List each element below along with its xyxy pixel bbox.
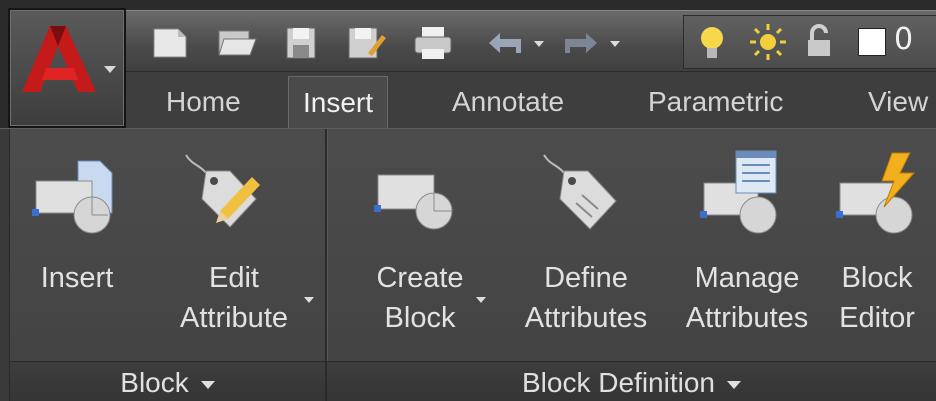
layer-name-value: 0 [894,22,914,57]
create-block-dropdown-icon[interactable] [476,297,486,303]
insert-label: Insert [40,262,114,294]
edit-attribute-dropdown-icon[interactable] [304,297,314,303]
block-editor-button[interactable]: Block Editor [818,129,936,359]
edit-attribute-tag-icon [185,154,260,228]
autocad-a-logo-icon [22,26,96,92]
save-icon[interactable] [284,25,318,61]
redo-icon[interactable] [562,25,600,61]
create-label: Create [376,262,464,294]
ribbon-left-edge [0,129,10,401]
new-icon[interactable] [150,25,190,61]
define-label: Define [544,262,628,294]
ribbon-tab-strip: Home Insert Annotate Parametric View [126,72,936,130]
tab-view[interactable]: View [868,86,928,118]
block-definition-panel-expand-icon [726,380,741,389]
tab-annotate[interactable]: Annotate [452,86,564,118]
insert-button[interactable]: Insert [22,129,132,359]
quick-access-toolbar: 0 [126,10,936,72]
manage-label: Manage [694,262,800,294]
save-as-icon[interactable] [346,25,386,61]
edit-attribute-button[interactable]: Edit Attribute [150,129,318,359]
color-swatch-icon [858,28,886,56]
undo-icon[interactable] [486,25,524,61]
editor-label: Editor [839,302,915,334]
open-icon[interactable] [216,25,258,61]
block-definition-panel-title-text: Block Definition [522,367,715,398]
block-panel-expand-icon [200,380,215,389]
lightbulb-icon[interactable] [698,24,726,64]
tab-home[interactable]: Home [166,86,241,118]
create-block-button[interactable]: Create Block [350,129,490,359]
insert-block-icon [32,160,113,234]
block-editor-icon [836,152,916,234]
lock-icon[interactable] [804,24,834,60]
create-block-icon [374,174,453,230]
layer-control[interactable]: 0 [683,15,936,69]
ribbon-panel-area: Insert Edit Attribute Create Block Defin… [0,128,936,401]
application-menu-button[interactable] [8,8,126,128]
block-editor-label-1: Block [841,262,913,294]
define-attributes-tag-icon [543,154,617,230]
app-menu-chevron-down-icon [104,66,116,73]
redo-dropdown-icon[interactable] [610,41,620,47]
manage-attributes-button[interactable]: Manage Attributes [672,129,822,359]
block-definition-panel-title[interactable]: Block Definition [327,361,936,401]
sun-icon[interactable] [748,22,788,62]
tab-insert[interactable]: Insert [288,76,389,130]
attribute-label: Attribute [180,302,288,334]
edit-label: Edit [209,262,259,294]
block-label: Block [384,302,456,334]
manage-attributes-icon [700,150,777,234]
tab-parametric[interactable]: Parametric [648,86,783,118]
block-panel-title-text: Block [120,367,189,398]
attributes-label: Attributes [524,302,648,334]
define-attributes-button[interactable]: Define Attributes [500,129,672,359]
undo-dropdown-icon[interactable] [534,41,544,47]
block-panel-title[interactable]: Block [10,361,325,401]
manage-attributes-label: Attributes [685,302,809,334]
plot-icon[interactable] [412,25,454,61]
